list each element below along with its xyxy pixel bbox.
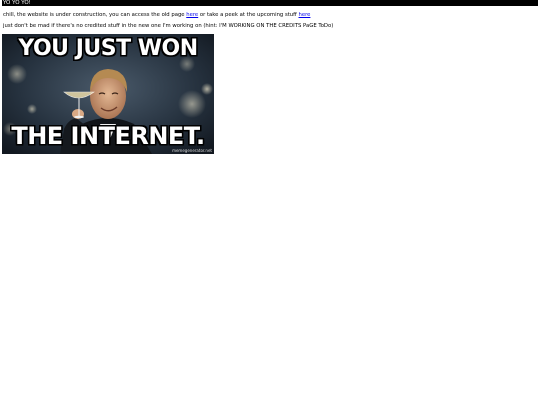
note-text: just don't be mad if there's no credited… bbox=[3, 23, 334, 29]
note-paragraph: just don't be mad if there's no credited… bbox=[3, 23, 333, 29]
intro-middle-text: or take a peek at the upcoming stuff bbox=[198, 12, 299, 18]
page-title-bar: YO YO YO! bbox=[2, 0, 538, 6]
page-title: YO YO YO! bbox=[3, 0, 31, 6]
page: YO YO YO! chill, the website is under co… bbox=[0, 0, 540, 405]
meme-bottom-caption: THE INTERNET. bbox=[11, 122, 205, 150]
meme-watermark: memegenerator.net bbox=[172, 148, 212, 153]
old-page-link[interactable]: here bbox=[186, 12, 198, 18]
intro-paragraph: chill, the website is under construction… bbox=[3, 12, 310, 18]
upcoming-stuff-link[interactable]: here bbox=[299, 12, 311, 18]
meme-image: YOU JUST WON THE INTERNET. memegenerator… bbox=[2, 34, 214, 154]
meme-top-caption: YOU JUST WON bbox=[18, 36, 198, 61]
intro-text: chill, the website is under construction… bbox=[3, 12, 187, 18]
